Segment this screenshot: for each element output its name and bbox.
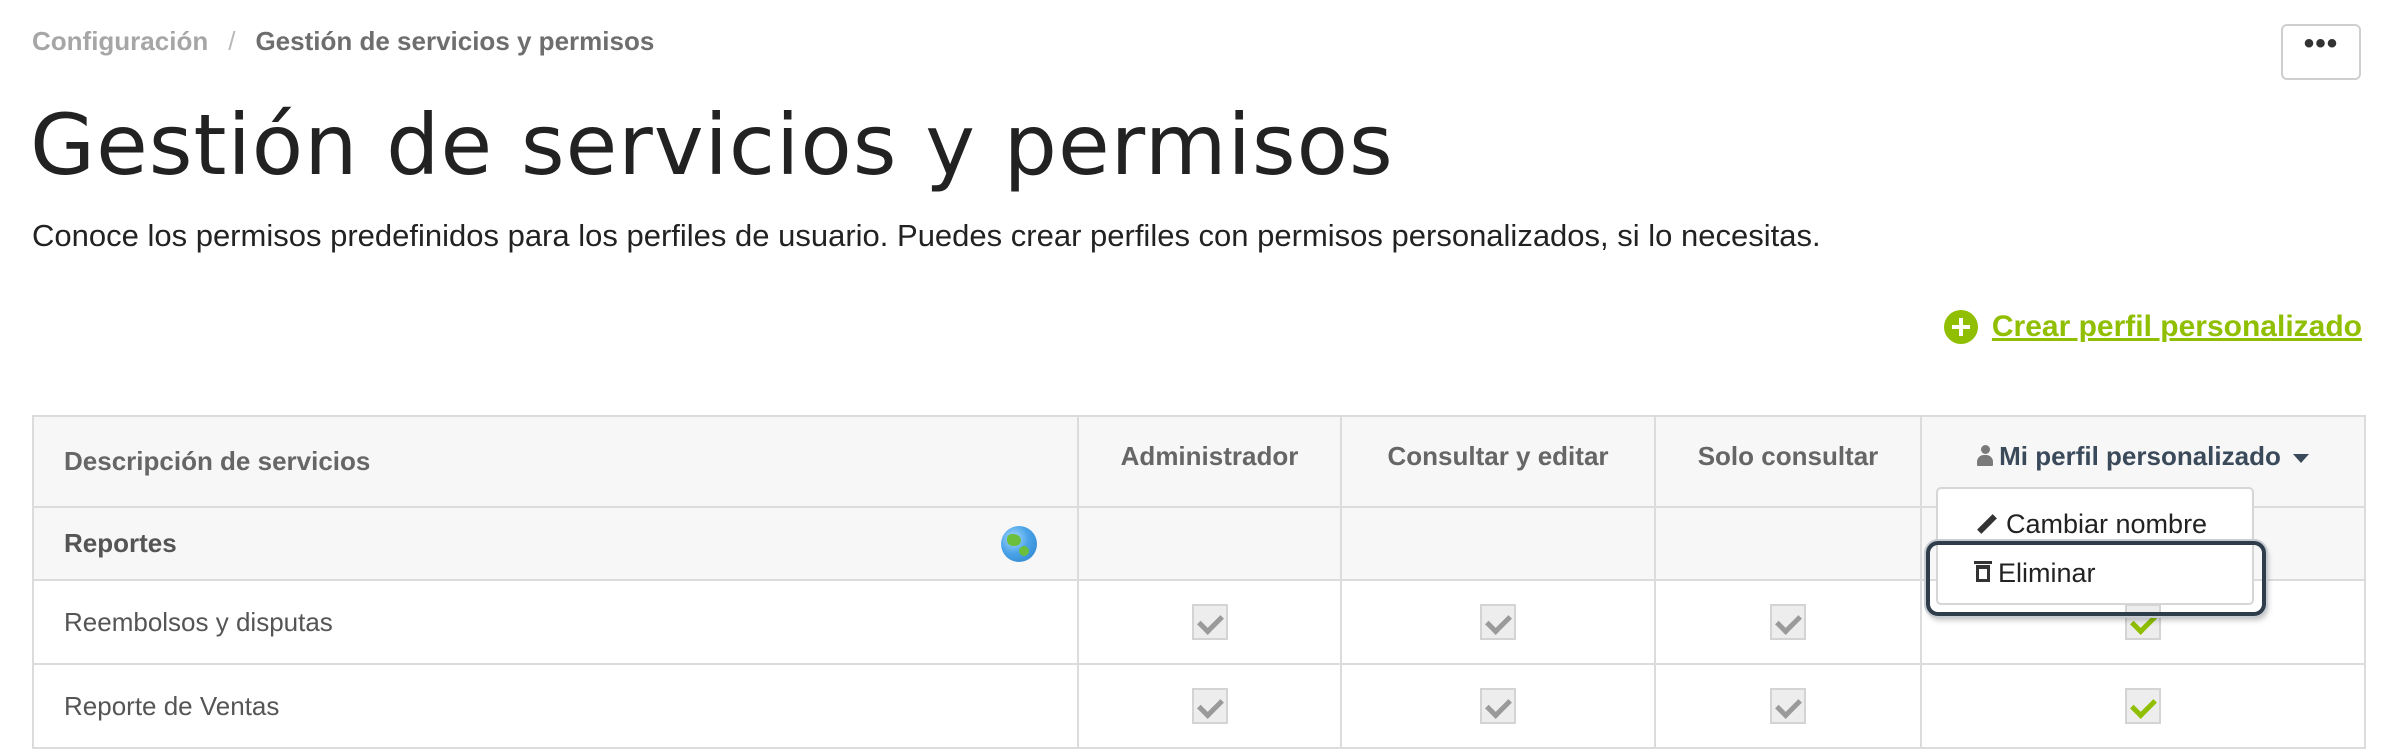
user-icon [1977,445,1994,467]
breadcrumb-separator: / [228,26,236,56]
create-custom-profile-link[interactable]: Crear perfil personalizado [1943,310,2362,344]
check-cell [1654,579,1922,665]
check-icon [1770,688,1806,724]
check-icon [1480,604,1516,640]
breadcrumb-link-configuracion[interactable]: Configuración [32,26,208,57]
section-cell [1340,506,1656,581]
section-label-reportes: Reportes [32,506,1079,581]
check-cell [1340,663,1656,749]
breadcrumb-current: Gestión de servicios y permisos [255,26,655,56]
check-icon [1191,604,1228,640]
service-name: Reembolsos y disputas [32,579,1079,665]
check-icon [1191,688,1228,724]
checkbox-custom-profile[interactable] [2125,688,2161,724]
pencil-icon [1977,513,1997,534]
create-custom-profile-label: Crear perfil personalizado [1991,310,2362,343]
check-icon [1480,688,1516,724]
check-cell [1077,663,1342,749]
globe-icon [1001,526,1037,562]
check-icon [1770,604,1806,640]
check-cell [1654,663,1922,749]
column-header-solo-consultar: Solo consultar [1654,415,1922,508]
column-header-consultar-editar: Consultar y editar [1340,415,1656,508]
service-name: Reporte de Ventas [32,663,1079,749]
page-title: Gestión de servicios y permisos [30,96,1394,194]
page-description: Conoce los permisos predefinidos para lo… [32,218,1821,253]
breadcrumb: Configuración / Gestión de servicios y p… [32,26,654,57]
page: Configuración / Gestión de servicios y p… [0,0,2390,756]
check-cell [1077,579,1342,665]
more-options-button[interactable]: ••• [2281,24,2361,80]
section-cell [1654,506,1922,581]
table-row: Reporte de Ventas [32,663,2366,749]
plus-circle-icon [1943,310,1978,344]
check-cell [1340,579,1656,665]
column-header-services: Descripción de servicios [32,415,1079,508]
menu-item-rename[interactable]: Cambiar nombre [1976,509,2207,540]
caret-down-icon [2292,453,2309,463]
custom-profile-label: Mi perfil personalizado [1999,441,2281,471]
column-header-administrador: Administrador [1077,415,1342,508]
ellipsis-icon: ••• [2303,27,2339,60]
menu-item-rename-label: Cambiar nombre [2006,509,2208,539]
section-cell [1077,506,1342,581]
check-cell [1920,663,2366,749]
section-label-text: Reportes [64,528,177,558]
highlight-focus-ring [1926,541,2266,616]
